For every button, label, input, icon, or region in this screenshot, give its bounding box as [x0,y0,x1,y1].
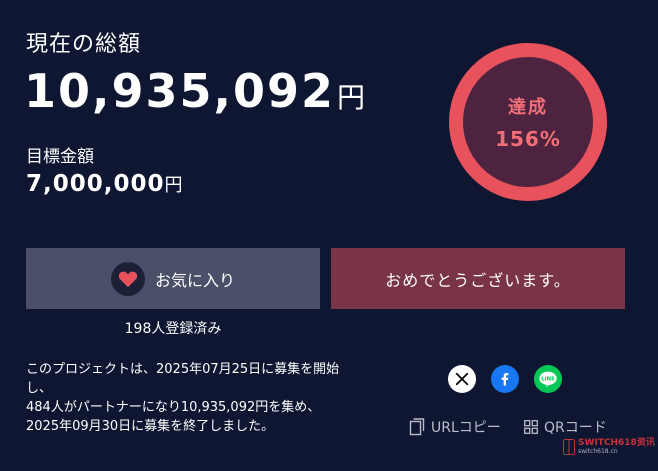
congrats-button[interactable]: おめでとうございます。 [331,248,625,309]
qr-code-label: QRコード [544,420,607,436]
description-line: 484人がパートナーになり10,935,092円を集め、 [26,400,321,415]
line-icon[interactable]: LINE [534,365,562,393]
copy-icon [409,418,425,436]
total-amount: 10,935,092円 [24,64,365,118]
goal-amount-label: 目標金額 [26,147,94,167]
qr-code-icon [524,420,538,434]
achievement-ring: 達成 156% [449,43,607,201]
qr-code-button[interactable]: QRコード [524,417,607,437]
switch-logo-icon [563,439,575,455]
heart-icon [110,261,145,296]
description-line: 2025年09月30日に募集を終了しました。 [26,419,275,434]
goal-amount-unit: 円 [164,175,183,196]
goal-amount-value: 7,000,000 [26,171,165,197]
achievement-label: 達成 [508,97,548,118]
x-logo-icon[interactable] [448,365,476,393]
description-line: このプロジェクトは、2025年07月25日に募集を開始 [26,362,340,377]
svg-text:LINE: LINE [541,377,555,383]
total-amount-unit: 円 [337,81,366,114]
favorite-button-label: お気に入り [154,270,235,290]
description-line: し、 [26,381,53,396]
project-description: このプロジェクトは、2025年07月25日に募集を開始 し、 484人がパートナ… [26,360,366,436]
watermark-sub: switch618.cn [578,448,618,455]
facebook-icon[interactable] [491,365,519,393]
favorite-count: 198人登録済み [124,321,222,337]
achievement-percent: 156% [495,127,561,151]
watermark: SWITCH618资讯 switch618.cn [563,438,655,456]
total-amount-value: 10,935,092 [24,64,336,118]
copy-url-label: URLコピー [431,420,501,436]
favorite-button[interactable]: お気に入り [26,248,320,309]
watermark-text: SWITCH618资讯 [578,438,655,448]
copy-url-button[interactable]: URLコピー [409,417,501,437]
total-amount-label: 現在の総額 [26,32,142,57]
goal-amount: 7,000,000円 [26,171,183,197]
